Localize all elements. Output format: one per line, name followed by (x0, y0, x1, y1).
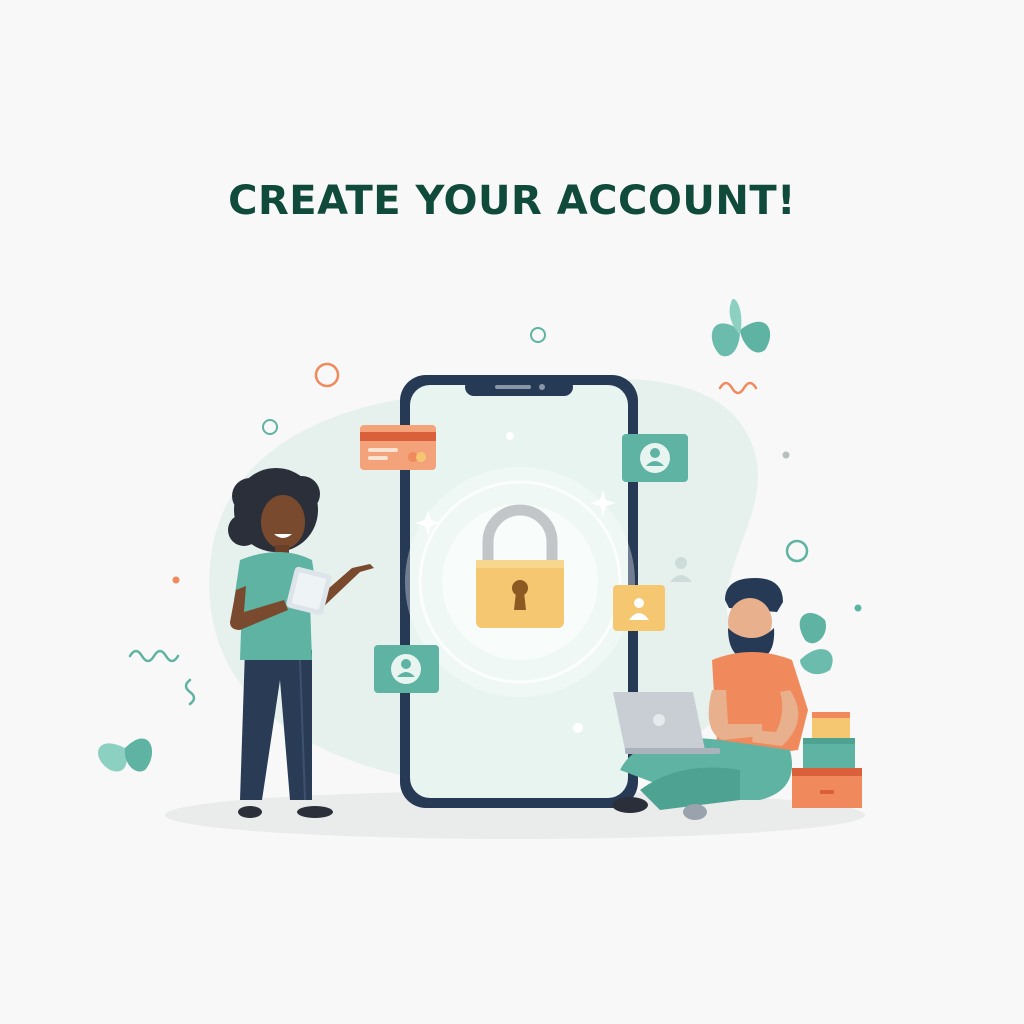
decor-circle (314, 362, 340, 388)
page: CREATE YOUR ACCOUNT! (0, 0, 1024, 1024)
account-illustration (98, 299, 865, 839)
decor-dot (172, 576, 180, 584)
credit-card-icon (360, 425, 436, 470)
user-profile-icon (613, 585, 665, 631)
decor-dot (782, 451, 790, 459)
decor-dot (854, 604, 862, 612)
user-profile-icon (374, 645, 439, 693)
decor-squiggle (718, 381, 758, 395)
leaf-icon (98, 738, 153, 772)
decor-squiggle (128, 649, 180, 663)
user-profile-icon (622, 434, 688, 482)
leaf-icon (711, 299, 771, 357)
decor-circle (262, 419, 278, 435)
decor-circle (785, 539, 809, 563)
page-title: CREATE YOUR ACCOUNT! (228, 178, 796, 224)
decor-circle (530, 327, 546, 343)
decor-squiggle (184, 678, 196, 706)
